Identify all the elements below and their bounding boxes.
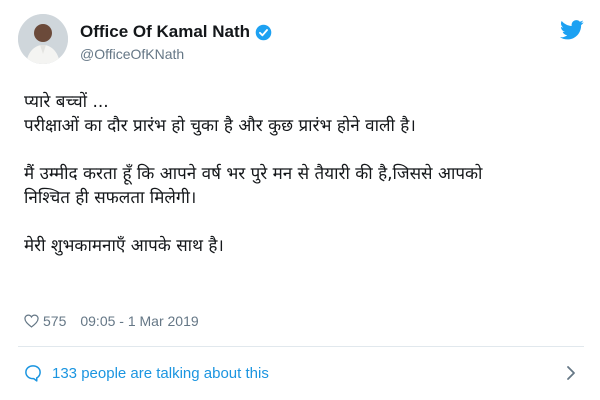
verified-badge-icon [255,24,272,40]
tweet-line: मैं उम्मीद करता हूँ कि आपने वर्ष भर पुरे… [24,164,483,184]
avatar-image [18,14,68,64]
chevron-right-icon[interactable] [566,365,576,381]
speech-bubble-icon [25,365,41,382]
talking-about-text[interactable]: 133 people are talking about this [52,365,269,382]
tweet-text: प्यारे बच्चों ... परीक्षाओं का दौर प्रार… [24,90,584,258]
talking-about-link[interactable]: 133 people are talking about this [18,360,584,386]
tweet-line: मेरी शुभकामनाएँ आपके साथ है। [24,236,224,256]
avatar[interactable] [18,14,68,64]
twitter-bird-icon[interactable] [560,20,584,40]
tweet-card: Office Of Kamal Nath @OfficeOfKNath प्या… [0,0,600,400]
author-display-name[interactable]: Office Of Kamal Nath [80,22,250,42]
like-count[interactable]: 575 [43,313,66,329]
tweet-meta: 575 09:05 - 1 Mar 2019 [24,313,199,329]
divider [18,346,584,347]
heart-icon[interactable] [24,314,39,328]
author-handle[interactable]: @OfficeOfKNath [80,46,184,62]
tweet-header: Office Of Kamal Nath @OfficeOfKNath [18,14,584,74]
tweet-line: प्यारे बच्चों ... [24,92,109,112]
tweet-line: निश्चित ही सफलता मिलेगी। [24,188,197,208]
tweet-timestamp[interactable]: 09:05 - 1 Mar 2019 [80,313,198,329]
tweet-line: परीक्षाओं का दौर प्रारंभ हो चुका है और क… [24,116,416,136]
author-name-row[interactable]: Office Of Kamal Nath [80,22,272,42]
